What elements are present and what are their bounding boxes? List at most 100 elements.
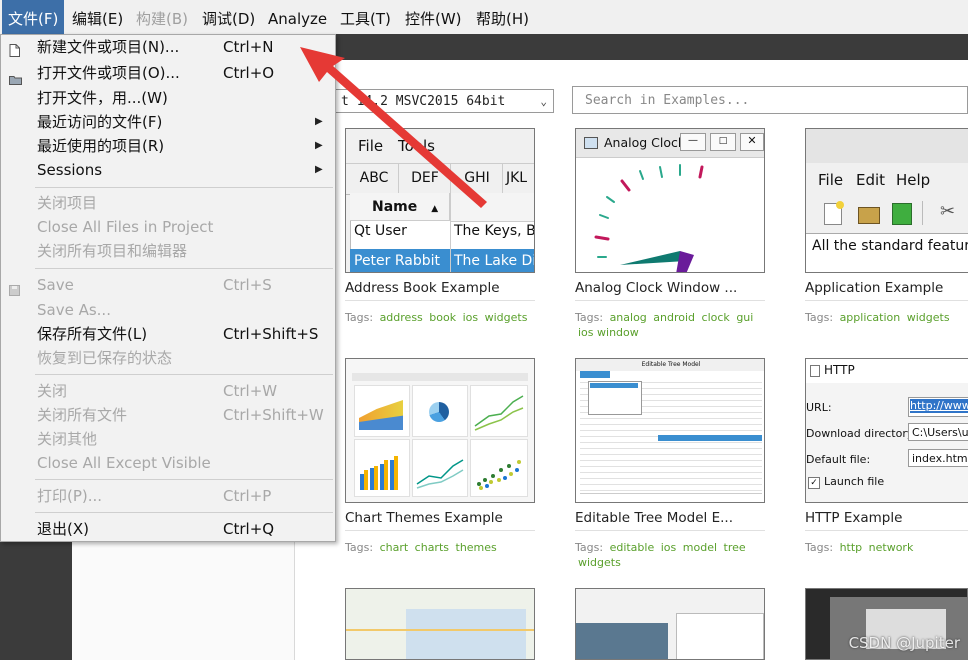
example-title[interactable]: Application Example	[805, 280, 943, 296]
menu-item-revert: 恢复到已保存的状态	[37, 349, 173, 367]
menu-item-sessions[interactable]: Sessions ▶	[1, 158, 335, 182]
thumb-col-header: Name ▲	[350, 193, 450, 221]
thumb-tab: JKL	[506, 170, 528, 186]
thumb-dir-value: C:\Users\us	[908, 423, 968, 441]
tag-link[interactable]: ios	[661, 541, 677, 554]
tag-link[interactable]: address	[380, 311, 423, 324]
thumb-cell: Qt User	[354, 223, 407, 239]
scissors-icon: ✂	[940, 201, 956, 222]
thumb-menu-tools: Tools	[398, 137, 435, 155]
menu-item-save-all[interactable]: 保存所有文件(L) Ctrl+Shift+S	[1, 322, 335, 346]
menu-item-close: 关闭 Ctrl+W	[37, 382, 278, 400]
tag-link[interactable]: window	[597, 326, 639, 339]
thumb-menu-edit: Edit	[856, 171, 886, 189]
tag-link[interactable]: charts	[415, 541, 449, 554]
thumb-file-value: index.html	[908, 449, 968, 467]
thumb-menu-help: Help	[896, 171, 931, 189]
watermark: CSDN @Jupiter	[848, 634, 960, 652]
example-title[interactable]: HTTP Example	[805, 510, 902, 526]
thumb-file-label: Default file:	[806, 453, 871, 466]
tag-link[interactable]: editable	[610, 541, 655, 554]
search-input[interactable]: Search in Examples...	[572, 86, 968, 114]
menu-separator	[35, 512, 333, 513]
menu-separator	[35, 268, 333, 269]
example-tags: Tags: editable ios model tree widgets	[575, 541, 746, 569]
tag-link[interactable]: chart	[380, 541, 409, 554]
tag-link[interactable]: gui	[736, 311, 753, 324]
menu-analyze[interactable]: Analyze	[262, 0, 333, 34]
example-thumbnail-map[interactable]	[345, 588, 535, 660]
clock-face	[594, 164, 704, 272]
tag-link[interactable]: widgets	[578, 556, 621, 569]
menu-edit[interactable]: 编辑(E)	[66, 0, 129, 34]
menu-item-recent-files[interactable]: 最近访问的文件(F) ▶	[1, 110, 335, 134]
file-menu-dropdown: 新建文件或项目(N)... Ctrl+N 打开文件或项目(O)... Ctrl+…	[0, 34, 336, 542]
thumb-cell: Peter Rabbit	[354, 253, 441, 269]
menu-item-recent-projects[interactable]: 最近使用的项目(R) ▶	[1, 134, 335, 158]
example-thumbnail[interactable]	[345, 358, 535, 503]
maximize-icon: □	[710, 133, 736, 151]
menu-item-save-as: Save As...	[37, 301, 111, 319]
menu-widgets[interactable]: 控件(W)	[399, 0, 468, 34]
save-icon	[9, 279, 20, 296]
example-thumbnail[interactable]: Analog Clock — □ ✕	[575, 128, 765, 273]
example-tags: Tags: analog android clock gui ios windo…	[575, 311, 754, 339]
submenu-arrow-icon: ▶	[315, 164, 323, 175]
example-title[interactable]: Analog Clock Window ...	[575, 280, 737, 296]
menu-item-close-project: 关闭项目	[37, 194, 98, 212]
thumb-menu-file: File	[358, 137, 384, 155]
example-title[interactable]: Chart Themes Example	[345, 510, 503, 526]
tag-link[interactable]: book	[429, 311, 456, 324]
example-thumbnail[interactable]: Editable Tree Model	[575, 358, 765, 503]
tag-link[interactable]: application	[840, 311, 901, 324]
menu-separator	[35, 479, 333, 480]
menu-debug[interactable]: 调试(D)	[196, 0, 261, 34]
tag-link[interactable]: android	[653, 311, 695, 324]
menu-item-new-file[interactable]: 新建文件或项目(N)... Ctrl+N	[1, 35, 335, 59]
menu-item-close-all-in-project: Close All Files in Project	[37, 218, 214, 236]
tag-link[interactable]: http	[840, 541, 863, 554]
example-title[interactable]: Editable Tree Model E...	[575, 510, 733, 526]
tag-link[interactable]: widgets	[907, 311, 950, 324]
tag-link[interactable]: widgets	[485, 311, 528, 324]
thumb-window-title: HTTP	[824, 363, 855, 377]
example-thumbnail-widgets[interactable]	[575, 588, 765, 660]
tag-link[interactable]: analog	[610, 311, 647, 324]
thumb-window-title: Analog Clock	[604, 135, 686, 150]
open-folder-icon	[858, 207, 880, 224]
example-tags: Tags: address book ios widgets	[345, 311, 528, 324]
example-tags: Tags: application widgets	[805, 311, 950, 324]
thumb-launch-label: Launch file	[824, 475, 885, 488]
mini-scatter-chart	[470, 439, 528, 497]
tag-link[interactable]: tree	[724, 541, 746, 554]
new-file-icon	[9, 40, 20, 57]
example-thumbnail[interactable]: File Tools ABC DEF GHI JKL Name ▲ Qt User…	[345, 128, 535, 273]
example-title[interactable]: Address Book Example	[345, 280, 500, 296]
example-tags: Tags: chart charts themes	[345, 541, 497, 554]
app-icon	[584, 137, 598, 149]
tag-link[interactable]: themes	[456, 541, 497, 554]
example-thumbnail[interactable]: HTTP URL: http://www Download directory:…	[805, 358, 968, 503]
minimize-icon: —	[680, 133, 706, 151]
menu-item-print: 打印(P)... Ctrl+P	[37, 487, 272, 505]
mini-area-chart	[354, 385, 410, 437]
chevron-down-icon: ⌄	[540, 95, 547, 108]
example-thumbnail[interactable]: File Edit Help ✂ All the standard featur…	[805, 128, 968, 273]
menu-help[interactable]: 帮助(H)	[470, 0, 535, 34]
tag-link[interactable]: network	[869, 541, 914, 554]
menu-item-close-all-except-visible: Close All Except Visible	[37, 454, 211, 472]
menu-item-open-file[interactable]: 打开文件或项目(O)... Ctrl+O	[1, 61, 335, 85]
menu-file[interactable]: 文件(F)	[2, 0, 65, 34]
kit-combo[interactable]: t 14.2 MSVC2015 64bit ⌄	[330, 89, 554, 113]
menu-item-open-with[interactable]: 打开文件，用...(W)	[1, 86, 335, 110]
tag-link[interactable]: ios	[578, 326, 594, 339]
menu-item-exit[interactable]: 退出(X) Ctrl+Q	[1, 517, 335, 541]
tag-link[interactable]: ios	[463, 311, 479, 324]
menu-tools[interactable]: 工具(T)	[334, 0, 397, 34]
menu-separator	[35, 374, 333, 375]
thumb-dir-label: Download directory:	[806, 427, 917, 440]
thumb-tab: DEF	[400, 163, 451, 193]
tag-link[interactable]: clock	[702, 311, 730, 324]
thumb-window-title: Editable Tree Model	[576, 359, 764, 371]
tag-link[interactable]: model	[683, 541, 717, 554]
